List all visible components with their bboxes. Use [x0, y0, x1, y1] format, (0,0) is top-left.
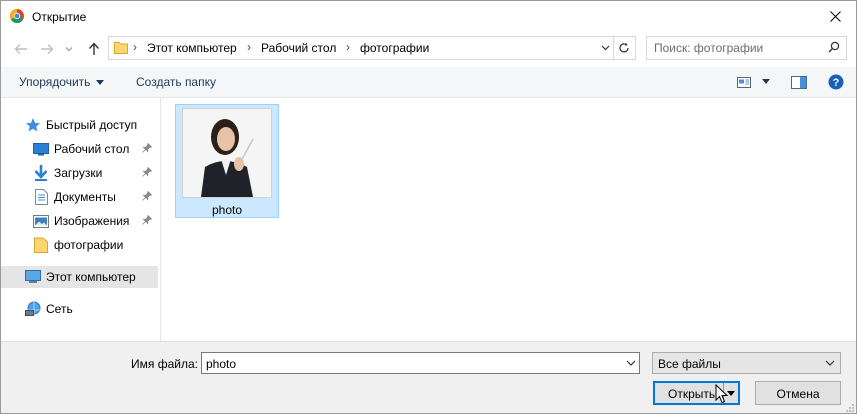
- resize-grip-icon[interactable]: [845, 403, 855, 413]
- back-arrow-icon: [14, 44, 27, 54]
- address-bar[interactable]: › Этот компьютер › Рабочий стол › фотогр…: [108, 36, 636, 60]
- folder-icon: [33, 237, 49, 253]
- navigation-bar: › Этот компьютер › Рабочий стол › фотогр…: [1, 32, 856, 67]
- picture-icon: [33, 213, 49, 229]
- cancel-button-label: Отмена: [776, 387, 820, 401]
- document-icon: [33, 189, 49, 205]
- photo-thumbnail: [182, 108, 272, 198]
- up-button[interactable]: [86, 41, 102, 57]
- svg-text:?: ?: [833, 77, 840, 89]
- search-input[interactable]: Поиск: фотографии: [646, 36, 847, 60]
- forward-button[interactable]: [39, 41, 55, 57]
- chevron-right-icon: ›: [247, 40, 251, 54]
- file-name-panel: Имя файла: photo Все файлы Открыть Отмен…: [1, 341, 856, 413]
- recent-locations-button[interactable]: [64, 41, 74, 57]
- computer-icon: [25, 269, 41, 285]
- sidebar-item-network[interactable]: Сеть: [25, 298, 155, 320]
- chevron-down-icon[interactable]: [625, 355, 637, 371]
- sidebar-item-label: Рабочий стол: [54, 142, 130, 156]
- star-icon: [25, 117, 41, 133]
- close-button[interactable]: [820, 1, 850, 32]
- pin-icon[interactable]: [142, 167, 152, 177]
- navigation-pane: Быстрый доступ Рабочий стол Загрузки Док…: [1, 98, 161, 341]
- mouse-pointer-icon: [715, 384, 728, 404]
- download-arrow-icon: [33, 165, 49, 181]
- address-history-dropdown[interactable]: [597, 37, 614, 59]
- organize-label: Упорядочить: [19, 75, 91, 89]
- command-toolbar: Упорядочить Создать папку ?: [1, 67, 856, 98]
- chevron-down-icon: [825, 360, 835, 366]
- chevron-right-icon: ›: [133, 40, 137, 54]
- sidebar-item-label: Этот компьютер: [46, 270, 136, 284]
- sidebar-item-label: фотографии: [54, 238, 124, 252]
- close-icon: [829, 11, 841, 22]
- filename-value: photo: [206, 357, 237, 371]
- sidebar-item-label: Изображения: [54, 214, 130, 228]
- file-type-select[interactable]: Все файлы: [652, 352, 841, 374]
- open-button-label: Открыть: [668, 387, 716, 401]
- folder-icon: [114, 42, 128, 54]
- cancel-button[interactable]: Отмена: [755, 381, 841, 405]
- organize-menu[interactable]: Упорядочить: [19, 75, 105, 89]
- filename-label: Имя файла:: [131, 357, 198, 371]
- sidebar-item-label: Документы: [54, 190, 116, 204]
- sidebar-item-this-pc[interactable]: Этот компьютер: [1, 266, 158, 288]
- sidebar-item-photos-folder[interactable]: фотографии: [33, 234, 156, 256]
- sidebar-item-documents[interactable]: Документы: [33, 186, 156, 208]
- filename-input[interactable]: photo: [201, 352, 640, 374]
- chevron-down-icon: [65, 47, 73, 52]
- chevron-right-icon: ›: [346, 40, 350, 54]
- breadcrumb-photos[interactable]: фотографии: [360, 41, 429, 55]
- caret-down-icon: [727, 390, 735, 396]
- chevron-down-icon: [601, 45, 609, 51]
- forward-arrow-icon: [41, 44, 54, 54]
- sidebar-item-label: Загрузки: [54, 166, 103, 180]
- up-arrow-icon: [88, 42, 100, 55]
- sidebar-item-pictures[interactable]: Изображения: [33, 210, 156, 232]
- network-icon: [25, 301, 41, 317]
- pin-icon[interactable]: [142, 191, 152, 201]
- sidebar-item-label: Быстрый доступ: [46, 118, 138, 132]
- sidebar-item-quick-access[interactable]: Быстрый доступ: [25, 114, 155, 136]
- sidebar-item-downloads[interactable]: Загрузки: [33, 162, 156, 184]
- sidebar-item-label: Сеть: [46, 302, 73, 316]
- file-name: photo: [211, 203, 243, 217]
- new-folder-button[interactable]: Создать папку: [136, 75, 216, 89]
- pin-icon[interactable]: [142, 143, 152, 153]
- breadcrumb-this-pc[interactable]: Этот компьютер: [147, 41, 237, 55]
- pin-icon[interactable]: [142, 215, 152, 225]
- chrome-icon: [10, 9, 24, 23]
- sidebar-item-desktop[interactable]: Рабочий стол: [33, 138, 156, 160]
- search-placeholder: Поиск: фотографии: [654, 41, 764, 55]
- title-bar: Открытие: [1, 1, 856, 32]
- file-list: photo: [161, 98, 856, 341]
- file-type-value: Все файлы: [658, 357, 721, 371]
- help-icon[interactable]: ?: [828, 74, 844, 90]
- file-item[interactable]: photo: [175, 104, 279, 218]
- open-file-dialog: Открытие › Этот компьютер › Рабочий стол…: [0, 0, 857, 414]
- breadcrumb-desktop[interactable]: Рабочий стол: [261, 41, 336, 55]
- desktop-icon: [33, 141, 49, 157]
- refresh-icon: [619, 42, 629, 53]
- view-options-icon[interactable]: [737, 77, 751, 88]
- caret-down-icon: [96, 80, 105, 86]
- back-button[interactable]: [13, 41, 29, 57]
- refresh-button[interactable]: [614, 37, 634, 59]
- view-dropdown-icon[interactable]: [762, 79, 770, 84]
- window-title: Открытие: [32, 10, 87, 24]
- search-icon: [828, 41, 840, 53]
- preview-pane-icon[interactable]: [791, 76, 807, 89]
